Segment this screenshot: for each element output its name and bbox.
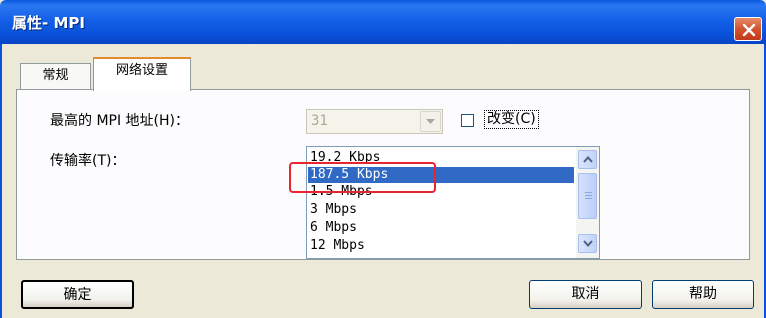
scroll-grip — [585, 198, 592, 199]
ok-button[interactable]: 确定 — [21, 280, 134, 309]
highest-mpi-select: 31 — [306, 109, 443, 134]
list-item[interactable]: 12 Mbps — [308, 238, 574, 254]
list-scrollbar[interactable] — [576, 147, 599, 258]
scroll-up-button[interactable] — [578, 150, 597, 169]
scroll-grip — [585, 192, 592, 193]
selection-highlight-annotation — [289, 162, 436, 193]
arrow-up-icon — [583, 156, 593, 163]
tab-general[interactable]: 常规 — [20, 63, 91, 89]
change-checkbox[interactable] — [461, 114, 474, 127]
tab-network-settings[interactable]: 网络设置 — [93, 57, 191, 91]
cancel-button[interactable]: 取消 — [529, 280, 642, 309]
list-item[interactable]: 6 Mbps — [308, 220, 574, 236]
change-checkbox-label[interactable]: 改变(C) — [484, 110, 539, 129]
transmission-rate-label: 传输率(T)： — [50, 153, 126, 169]
chevron-down-icon — [426, 119, 435, 124]
highest-mpi-value: 31 — [311, 113, 328, 129]
close-button[interactable] — [734, 17, 762, 41]
dropdown-button — [420, 111, 441, 132]
scroll-thumb[interactable] — [578, 173, 597, 219]
window-title: 属性- MPI — [12, 14, 85, 32]
list-item[interactable]: 3 Mbps — [308, 202, 574, 218]
title-bar[interactable]: 属性- MPI — [0, 0, 766, 44]
help-button[interactable]: 帮助 — [652, 280, 754, 309]
close-icon — [742, 23, 756, 37]
scroll-grip — [585, 195, 592, 196]
highest-mpi-label: 最高的 MPI 地址(H)： — [50, 113, 190, 129]
arrow-down-icon — [583, 240, 593, 247]
scroll-down-button[interactable] — [578, 234, 597, 253]
